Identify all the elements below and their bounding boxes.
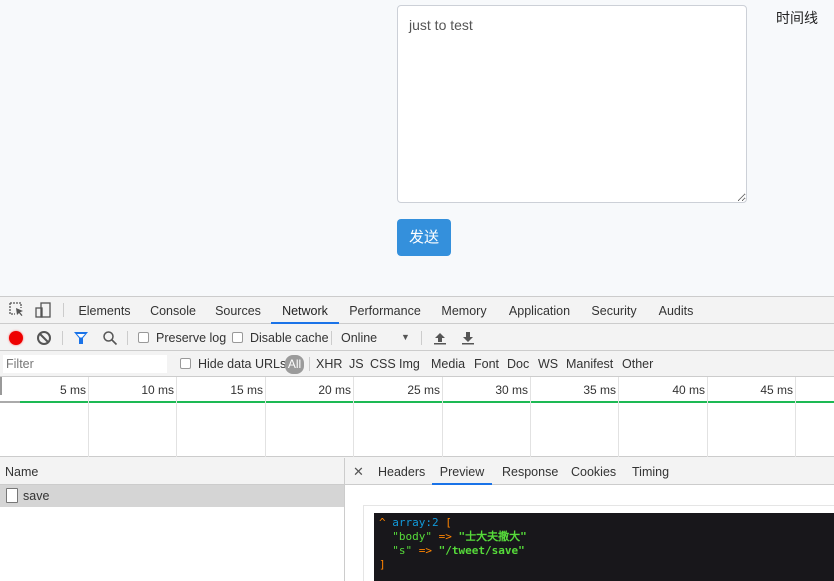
clear-icon[interactable] [37,331,51,345]
filter-img[interactable]: Img [399,351,420,377]
overview-tick-label: 5 ms [59,383,86,397]
tab-performance[interactable]: Performance [345,297,425,324]
close-icon[interactable]: ✕ [353,458,364,485]
filter-css[interactable]: CSS [370,351,396,377]
tab-memory[interactable]: Memory [435,297,493,324]
divider [421,331,422,345]
tab-preview[interactable]: Preview [432,458,492,485]
tab-application[interactable]: Application [503,297,576,324]
overview-grid-line [618,377,619,457]
collapse-toggle[interactable]: ^ [379,516,386,529]
detail-tabbar: ✕ Headers Preview Response Cookies Timin… [345,458,834,485]
inspect-element-icon[interactable] [9,302,25,318]
devtools-tabbar: Elements Console Sources Network Perform… [0,297,834,324]
dump-key: "s" [392,544,413,557]
overview-tick-label: 10 ms [141,383,174,397]
request-row[interactable]: save [0,485,344,507]
dump-output: ^ array:2 [ "body" => "士大夫撒大" "s" => "/t… [374,513,834,581]
filter-icon[interactable] [73,331,89,345]
devtools-panel: Elements Console Sources Network Perform… [0,296,834,581]
filter-all-button[interactable]: All [285,355,304,374]
overview-tick-label: 35 ms [583,383,616,397]
overview-tick-label: 45 ms [760,383,793,397]
divider [331,331,332,345]
overview-grid-line [176,377,177,457]
request-detail: ✕ Headers Preview Response Cookies Timin… [345,458,834,581]
filter-input[interactable] [3,355,167,373]
export-har-icon[interactable] [462,331,474,345]
overview-tick-label: 25 ms [407,383,440,397]
divider [62,331,63,345]
filter-font[interactable]: Font [474,351,499,377]
network-toolbar: Preserve log Disable cache Online ▼ [0,324,834,351]
filter-media[interactable]: Media [431,351,465,377]
overview-grid-line [88,377,89,457]
dump-close: ] [379,558,386,571]
filter-manifest[interactable]: Manifest [566,351,613,377]
overview-grid-line [442,377,443,457]
tab-network[interactable]: Network [271,297,339,324]
tab-security[interactable]: Security [588,297,640,324]
dump-arrow: => [438,530,452,543]
dump-value: "/tweet/save" [438,544,525,557]
overview-grid-line [707,377,708,457]
dump-type: array:2 [392,516,439,529]
disable-cache-checkbox[interactable] [232,332,243,343]
tab-response[interactable]: Response [502,458,558,485]
overview-grid-line [265,377,266,457]
request-list: Name save [0,458,345,581]
overview-left-marker[interactable] [0,377,2,395]
import-har-icon[interactable] [434,331,446,345]
send-button[interactable]: 发送 [397,219,451,256]
overview-tick-label: 40 ms [672,383,705,397]
record-icon[interactable] [9,331,23,345]
tab-timing[interactable]: Timing [632,458,669,485]
overview-tick-label: 30 ms [495,383,528,397]
overview-grid-line [530,377,531,457]
filter-js[interactable]: JS [349,351,364,377]
dump-key: "body" [392,530,432,543]
name-column-header[interactable]: Name [0,458,344,485]
overview-tick-label: 20 ms [318,383,351,397]
dump-arrow: => [418,544,432,557]
overview-grid-line [795,377,796,457]
throttle-select[interactable]: Online [341,324,377,351]
filter-other[interactable]: Other [622,351,653,377]
overview-grid-line [353,377,354,457]
preserve-log-checkbox[interactable] [138,332,149,343]
filter-ws[interactable]: WS [538,351,558,377]
divider [309,357,310,371]
hide-data-urls-checkbox[interactable] [180,358,191,369]
tab-headers[interactable]: Headers [378,458,425,485]
tab-elements[interactable]: Elements [73,297,136,324]
request-name: save [23,489,50,503]
hide-data-urls-label: Hide data URLs [198,357,287,371]
tab-console[interactable]: Console [144,297,202,324]
timeline-link[interactable]: 时间线 [776,8,818,28]
divider [127,331,128,345]
page-content: just to test 发送 时间线 [0,0,834,296]
dump-value: "士大夫撒大" [458,530,527,543]
filter-xhr[interactable]: XHR [316,351,342,377]
filter-doc[interactable]: Doc [507,351,529,377]
overview-tick-label: 15 ms [230,383,263,397]
chevron-down-icon[interactable]: ▼ [401,324,410,351]
network-overview[interactable]: 5 ms 10 ms 15 ms 20 ms 25 ms 30 ms 35 ms 40 ms 4… [0,377,834,457]
device-toolbar-icon[interactable] [35,302,51,318]
overview-progress-line [20,401,834,403]
dump-open: [ [445,516,452,529]
preserve-log-label: Preserve log [156,331,227,345]
overview-waiting-bar [0,401,20,403]
document-icon [6,488,18,503]
tweet-textarea[interactable]: just to test [397,5,747,203]
tab-audits[interactable]: Audits [652,297,700,324]
tab-sources[interactable]: Sources [210,297,266,324]
filter-bar: Hide data URLs All XHR JS CSS Img Media … [0,351,834,377]
search-icon[interactable] [102,330,118,346]
tab-cookies[interactable]: Cookies [571,458,616,485]
disable-cache-label: Disable cache [250,331,329,345]
divider [63,303,64,317]
